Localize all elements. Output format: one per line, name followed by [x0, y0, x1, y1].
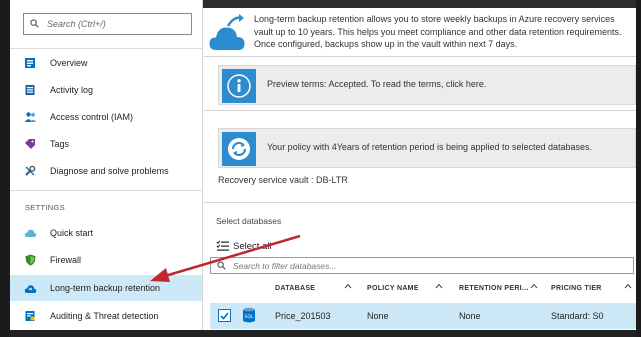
row-checkbox[interactable] — [218, 309, 231, 322]
people-icon — [23, 110, 37, 124]
search-placeholder: Search (Ctrl+/) — [47, 19, 106, 29]
auditing-icon — [23, 309, 37, 323]
sidebar-item-firewall[interactable]: Firewall — [10, 247, 202, 272]
cloud-icon — [23, 226, 37, 240]
sidebar-item-label: Activity log — [50, 84, 94, 95]
window-frame-left — [0, 0, 10, 337]
sidebar-item-activity-log[interactable]: Activity log — [10, 77, 202, 102]
select-all-label: Select all — [233, 240, 272, 252]
column-header-retention[interactable]: RETENTION PERI... — [459, 285, 529, 292]
cell-policy-name: None — [367, 311, 389, 321]
wrench-icon — [23, 164, 37, 178]
sidebar-item-label: Access control (IAM) — [50, 111, 134, 122]
sidebar-item-label: Overview — [50, 57, 88, 68]
divider — [10, 190, 203, 191]
section-label-settings: SETTINGS — [25, 203, 65, 212]
sidebar: Search (Ctrl+/) Overview Activity log Ac… — [10, 0, 203, 330]
filter-placeholder: Search to filter databases... — [233, 261, 337, 271]
checklist-icon — [216, 240, 229, 251]
select-databases-label: Select databases — [216, 216, 282, 226]
divider — [204, 56, 636, 57]
sidebar-item-access-control[interactable]: Access control (IAM) — [10, 104, 202, 129]
overview-icon — [23, 56, 37, 70]
info-icon — [227, 74, 251, 98]
table-header: DATABASE POLICY NAME RETENTION PERI... P… — [204, 278, 636, 300]
sql-database-icon: SQL — [243, 307, 255, 323]
sort-chevron-icon[interactable] — [624, 283, 632, 289]
sidebar-item-label: Auditing & Threat detection — [50, 310, 159, 321]
sidebar-item-tags[interactable]: Tags — [10, 131, 202, 156]
recovery-vault-label: Recovery service vault : DB-LTR — [218, 175, 348, 185]
toolbar-strip — [203, 0, 641, 8]
sort-chevron-icon[interactable] — [435, 283, 443, 289]
table-row[interactable]: SQL Price_201503 None None Standard: S0 — [210, 303, 636, 329]
divider — [204, 202, 636, 203]
preview-terms-banner[interactable]: Preview terms: Accepted. To read the ter… — [218, 65, 636, 105]
cell-database: Price_201503 — [275, 311, 331, 321]
policy-status-text: Your policy with 4Years of retention per… — [267, 142, 593, 152]
search-icon — [217, 261, 226, 270]
column-header-pricing-tier[interactable]: PRICING TIER — [551, 285, 602, 292]
info-badge — [222, 69, 256, 103]
svg-text:SQL: SQL — [245, 314, 254, 320]
search-icon — [30, 19, 39, 28]
sidebar-item-label: Tags — [50, 138, 70, 149]
tag-icon — [23, 137, 37, 151]
cell-retention: None — [459, 311, 481, 321]
sidebar-item-label: Diagnose and solve problems — [50, 165, 169, 176]
activity-log-icon — [23, 83, 37, 97]
sidebar-item-long-term-backup-retention[interactable]: Long-term backup retention — [10, 275, 202, 301]
backup-cloud-icon — [23, 281, 37, 295]
sidebar-item-quick-start[interactable]: Quick start — [10, 220, 202, 245]
intro-text: Long-term backup retention allows you to… — [254, 14, 622, 49]
column-header-database[interactable]: DATABASE — [275, 285, 315, 292]
filter-databases-input[interactable]: Search to filter databases... — [210, 257, 634, 274]
sync-badge — [222, 132, 256, 166]
sidebar-item-label: Quick start — [50, 227, 94, 238]
divider — [204, 110, 636, 111]
column-header-policy-name[interactable]: POLICY NAME — [367, 285, 419, 292]
sort-chevron-icon[interactable] — [344, 283, 352, 289]
divider — [10, 48, 203, 49]
sidebar-item-auditing[interactable]: Auditing & Threat detection — [10, 303, 202, 328]
preview-terms-text: Preview terms: Accepted. To read the ter… — [267, 79, 487, 89]
policy-status-banner: Your policy with 4Years of retention per… — [218, 128, 636, 168]
window-frame-bottom — [10, 330, 636, 337]
sidebar-item-diagnose[interactable]: Diagnose and solve problems — [10, 158, 202, 183]
window-frame-right — [636, 0, 641, 337]
cell-pricing-tier: Standard: S0 — [551, 311, 604, 321]
checkmark-icon — [220, 311, 229, 320]
sync-icon — [228, 138, 250, 160]
sidebar-search-input[interactable]: Search (Ctrl+/) — [23, 13, 192, 35]
select-all-button[interactable]: Select all — [216, 239, 272, 253]
sidebar-item-label: Firewall — [50, 254, 82, 265]
sidebar-item-overview[interactable]: Overview — [10, 50, 202, 75]
sidebar-item-label: Long-term backup retention — [50, 283, 161, 293]
shield-icon — [23, 253, 37, 267]
sort-chevron-icon[interactable] — [530, 283, 538, 289]
main-panel: Long-term backup retention allows you to… — [204, 8, 636, 330]
backup-cloud-icon — [209, 14, 245, 50]
